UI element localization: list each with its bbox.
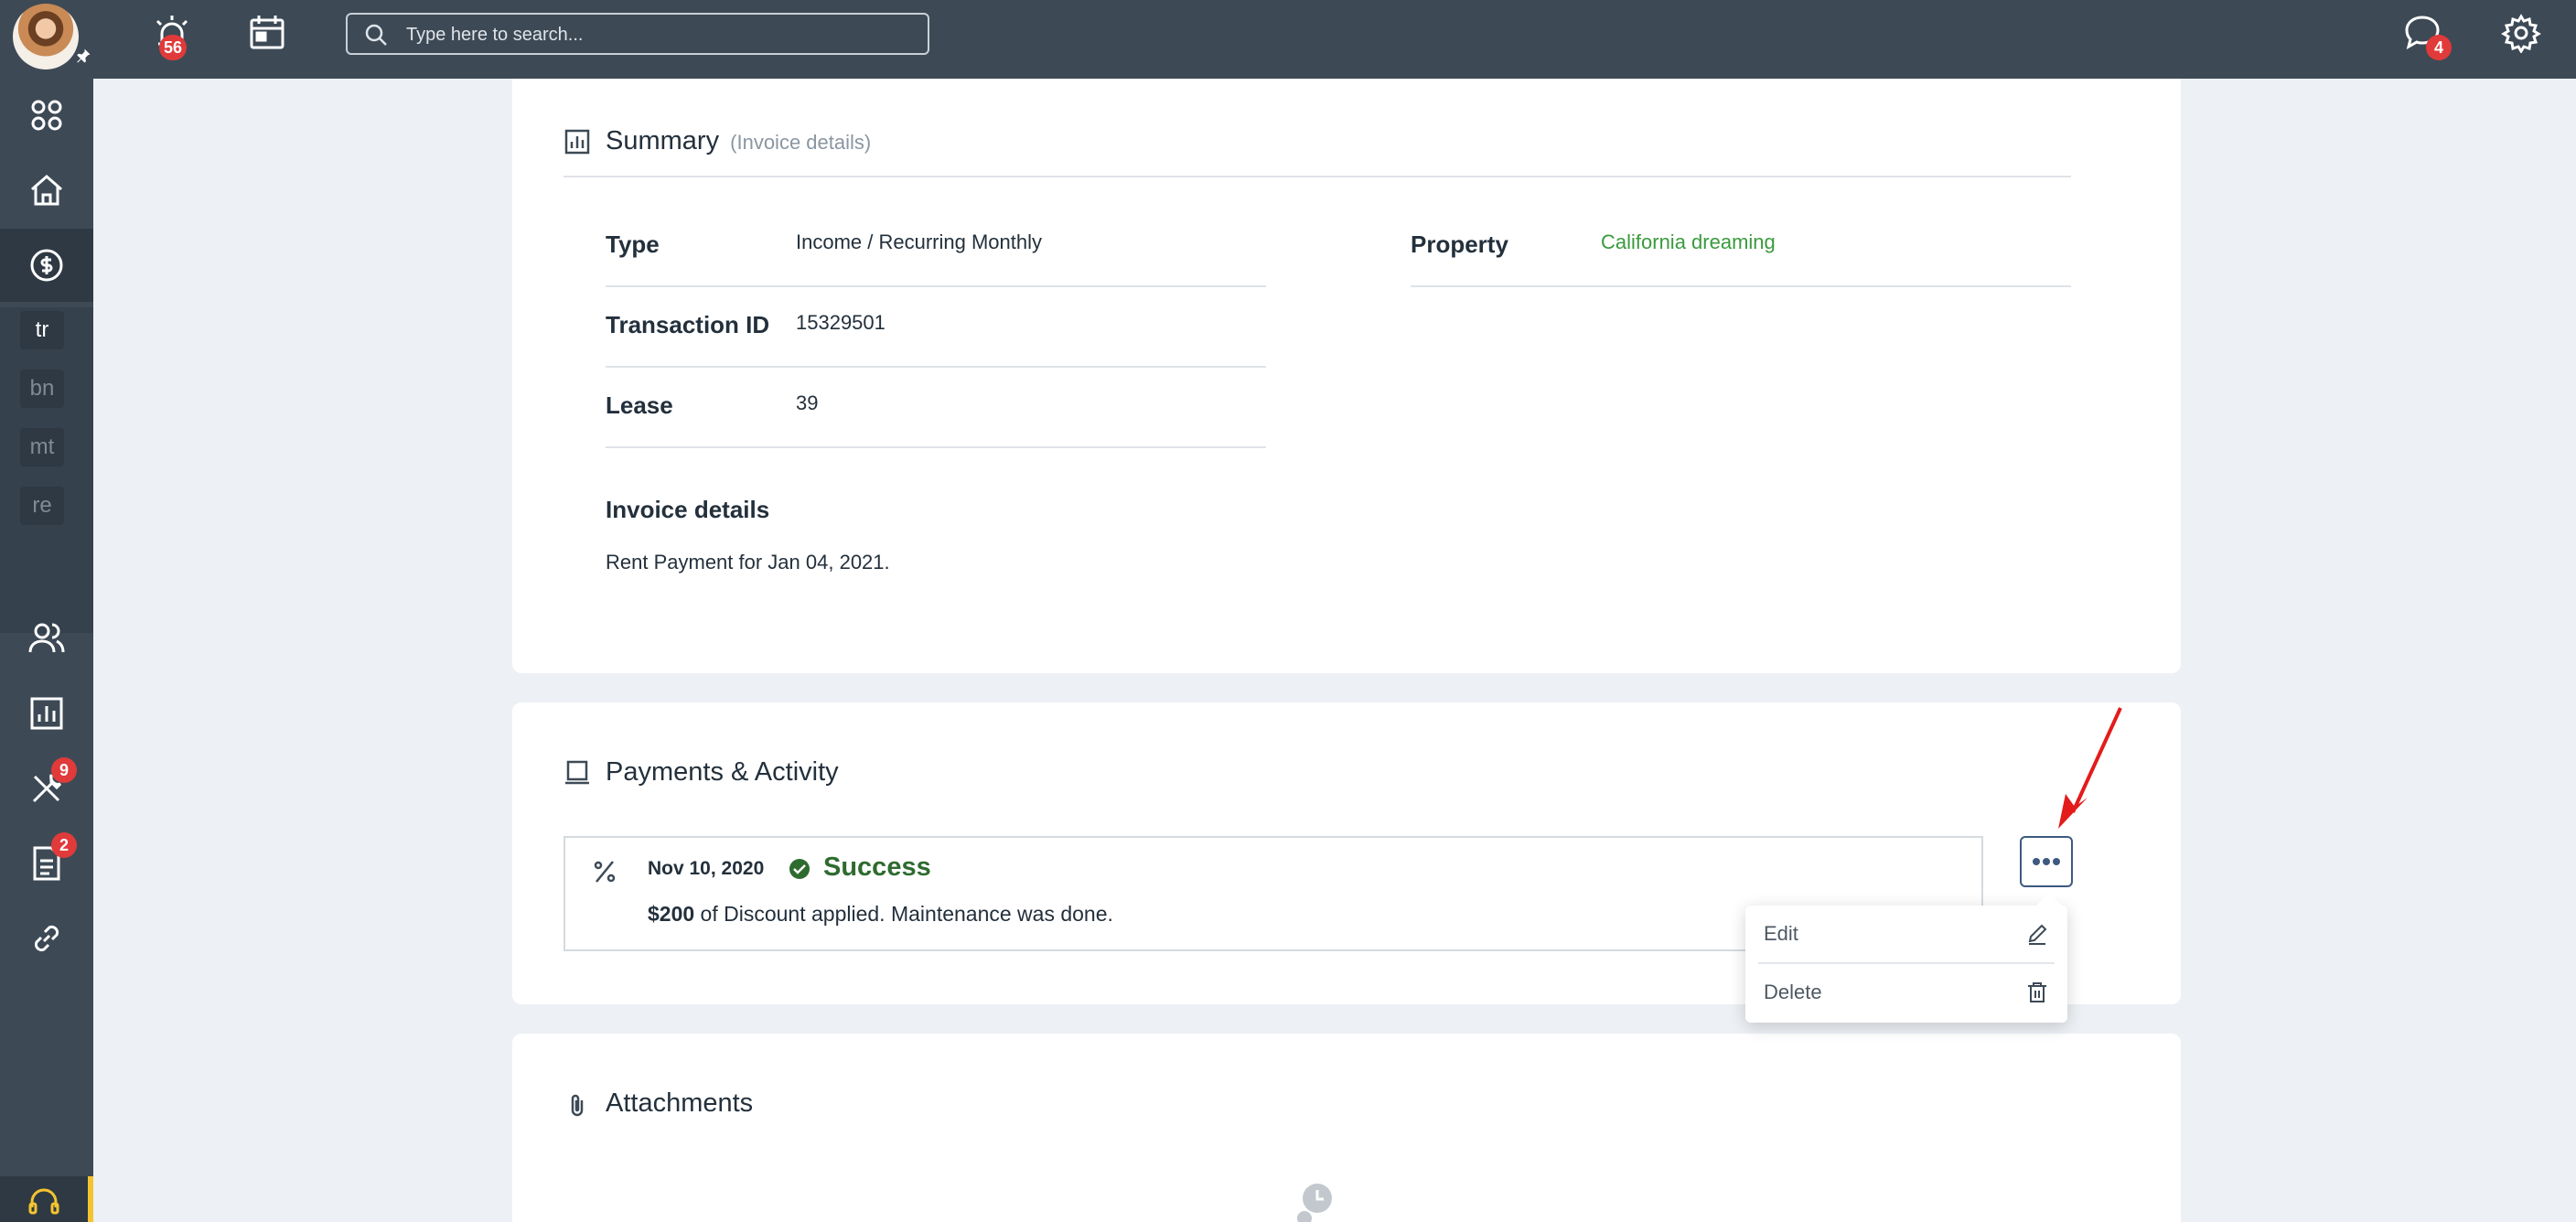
payment-amount: $200 bbox=[648, 902, 695, 926]
bar-chart-icon bbox=[30, 697, 63, 730]
lease-divider bbox=[606, 446, 1266, 448]
summary-heading: Summary bbox=[606, 126, 720, 155]
lease-label: Lease bbox=[606, 391, 673, 419]
sidebar-subgroup: tr bn mt re bbox=[0, 307, 93, 633]
type-label: Type bbox=[606, 230, 660, 258]
sidebar-item-people[interactable] bbox=[0, 602, 93, 675]
trash-icon bbox=[2028, 982, 2046, 1002]
headset-icon bbox=[28, 1188, 59, 1215]
paperclip-icon bbox=[571, 1094, 584, 1117]
summary-title: Summary (Invoice details) bbox=[606, 126, 871, 156]
annotation-arrow-icon bbox=[2058, 707, 2122, 829]
pencil-icon bbox=[2028, 924, 2047, 945]
pin-icon bbox=[77, 48, 91, 63]
more-dots-icon bbox=[2033, 858, 2060, 865]
menu-delete-label: Delete bbox=[1764, 981, 1822, 1003]
attachments-title: Attachments bbox=[606, 1088, 754, 1118]
sidebar-item-mt[interactable]: mt bbox=[20, 428, 64, 466]
sidebar-item-apps[interactable] bbox=[0, 79, 93, 152]
transaction-divider bbox=[606, 366, 1266, 368]
check-circle-icon bbox=[789, 859, 810, 879]
percent-icon bbox=[594, 861, 616, 883]
sidebar-item-bn[interactable]: bn bbox=[20, 370, 64, 408]
apps-grid-icon bbox=[31, 100, 62, 131]
more-options-button[interactable] bbox=[2020, 836, 2073, 887]
alerts-button[interactable]: 56 bbox=[152, 13, 207, 64]
loading-clock-icon bbox=[1297, 1184, 1332, 1222]
type-divider bbox=[606, 285, 1266, 287]
messages-badge: 4 bbox=[2426, 35, 2452, 60]
summary-card: Summary (Invoice details) Type Income / … bbox=[512, 79, 2181, 673]
laptop-icon bbox=[565, 760, 589, 785]
attachments-card: Attachments bbox=[512, 1034, 2181, 1222]
sidebar: tr bn mt re 9 2 bbox=[0, 79, 93, 1222]
transaction-id-label: Transaction ID bbox=[606, 311, 770, 338]
dollar-circle-icon bbox=[30, 249, 63, 282]
transaction-id-value: 15329501 bbox=[796, 311, 886, 334]
payment-description: $200 of Discount applied. Maintenance wa… bbox=[648, 902, 1113, 927]
sidebar-item-tr[interactable]: tr bbox=[20, 311, 64, 349]
user-avatar[interactable] bbox=[13, 4, 79, 70]
payment-description-text: of Discount applied. Maintenance was don… bbox=[694, 902, 1113, 926]
sidebar-item-home[interactable] bbox=[0, 154, 93, 227]
menu-item-edit[interactable]: Edit bbox=[1745, 906, 2067, 962]
property-link[interactable]: California dreaming bbox=[1601, 230, 1776, 254]
payments-title: Payments & Activity bbox=[606, 757, 839, 787]
maintenance-badge: 9 bbox=[51, 757, 77, 783]
menu-item-delete[interactable]: Delete bbox=[1745, 964, 2067, 1021]
type-value: Income / Recurring Monthly bbox=[796, 230, 1042, 253]
payment-date: Nov 10, 2020 bbox=[648, 858, 765, 879]
calendar-icon[interactable] bbox=[247, 13, 287, 53]
summary-subtitle: (Invoice details) bbox=[730, 131, 872, 154]
invoice-details-value: Rent Payment for Jan 04, 2021. bbox=[606, 551, 890, 573]
home-icon bbox=[31, 175, 62, 206]
lease-value: 39 bbox=[796, 391, 819, 414]
sidebar-item-reports[interactable] bbox=[0, 677, 93, 750]
summary-divider bbox=[564, 176, 2071, 177]
sidebar-item-maintenance[interactable]: 9 bbox=[0, 752, 93, 825]
menu-edit-label: Edit bbox=[1764, 922, 1798, 945]
search-input[interactable] bbox=[404, 20, 920, 49]
search-icon bbox=[365, 24, 387, 46]
messages-button[interactable]: 4 bbox=[2402, 13, 2457, 64]
chart-icon bbox=[564, 129, 590, 155]
help-support-button[interactable] bbox=[0, 1176, 93, 1222]
people-icon bbox=[28, 623, 65, 653]
sidebar-item-documents[interactable]: 2 bbox=[0, 827, 93, 900]
gear-icon[interactable] bbox=[2501, 13, 2541, 53]
sidebar-item-links[interactable] bbox=[0, 902, 93, 975]
alerts-badge: 56 bbox=[159, 35, 188, 60]
options-dropdown: Edit Delete bbox=[1745, 893, 2067, 1023]
property-divider bbox=[1411, 285, 2071, 287]
property-label: Property bbox=[1411, 230, 1508, 258]
documents-badge: 2 bbox=[51, 832, 77, 858]
link-icon bbox=[34, 925, 59, 952]
payment-status: Success bbox=[823, 852, 931, 882]
search-box[interactable] bbox=[346, 13, 929, 55]
sidebar-item-re[interactable]: re bbox=[20, 487, 64, 525]
sidebar-item-accounting[interactable] bbox=[0, 229, 93, 302]
top-bar: 56 4 bbox=[0, 0, 2576, 79]
invoice-details-label: Invoice details bbox=[606, 496, 770, 523]
